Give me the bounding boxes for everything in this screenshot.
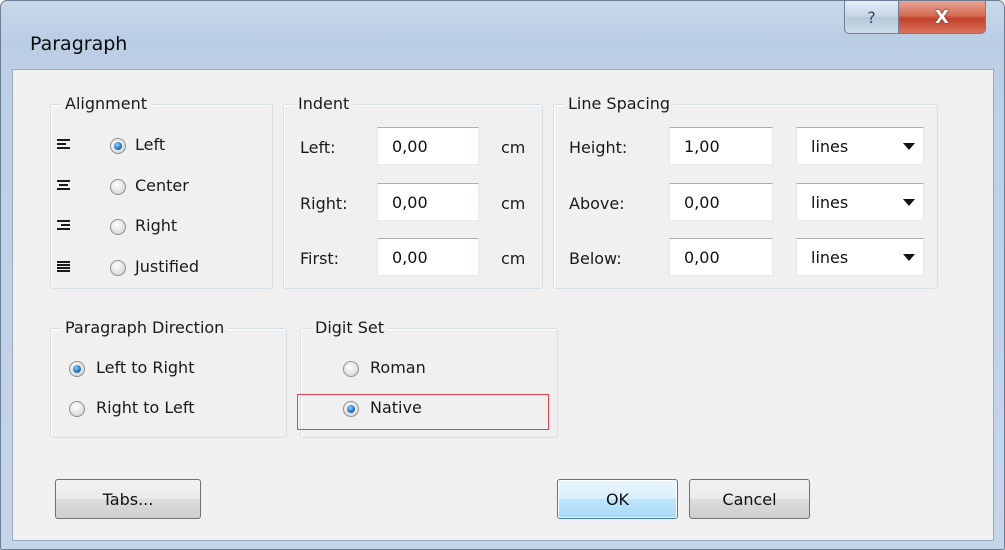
title-bar[interactable]: Paragraph ? X (1, 1, 1004, 69)
below-unit-value: lines (811, 247, 849, 267)
right-to-left-label[interactable]: Right to Left (96, 398, 194, 417)
paragraph-dialog: Paragraph ? X Alignment Left Center Righ… (0, 0, 1005, 550)
cancel-button[interactable]: Cancel (689, 479, 810, 519)
direction-group: Paragraph Direction (50, 318, 287, 438)
below-input[interactable]: 0,00 (669, 238, 773, 276)
ok-button[interactable]: OK (557, 479, 678, 519)
below-unit-select[interactable]: lines (796, 238, 924, 276)
indent-right-label: Right: (300, 194, 348, 213)
close-icon: X (935, 6, 949, 28)
indent-first-label: First: (300, 249, 340, 268)
dialog-body: Alignment Left Center Right Justified In… (12, 69, 994, 541)
height-input[interactable]: 1,00 (669, 127, 773, 165)
indent-first-unit: cm (501, 249, 526, 268)
height-unit-value: lines (811, 136, 849, 156)
tabs-button[interactable]: Tabs... (55, 479, 201, 519)
help-button[interactable]: ? (844, 1, 899, 34)
left-to-right-radio[interactable] (69, 361, 85, 377)
alignment-group-label: Alignment (61, 94, 151, 113)
align-justify-radio[interactable] (110, 260, 126, 276)
indent-group-label: Indent (294, 94, 354, 113)
line-spacing-group-label: Line Spacing (564, 94, 675, 113)
align-left-label[interactable]: Left (135, 135, 165, 154)
chevron-down-icon (903, 143, 915, 150)
left-to-right-label[interactable]: Left to Right (96, 358, 194, 377)
align-left-icon (57, 139, 71, 151)
below-label: Below: (569, 249, 622, 268)
dialog-title: Paragraph (30, 33, 128, 55)
align-justify-label[interactable]: Justified (135, 257, 199, 276)
align-left-radio[interactable] (110, 138, 126, 154)
chevron-down-icon (903, 199, 915, 206)
chevron-down-icon (903, 254, 915, 261)
close-button[interactable]: X (898, 1, 986, 34)
above-unit-value: lines (811, 192, 849, 212)
roman-radio[interactable] (343, 361, 359, 377)
help-icon: ? (867, 7, 876, 27)
indent-left-unit: cm (501, 138, 526, 157)
digit-set-group-label: Digit Set (311, 318, 388, 337)
direction-group-label: Paragraph Direction (61, 318, 229, 337)
indent-left-input[interactable]: 0,00 (377, 127, 479, 165)
align-justify-icon (57, 261, 71, 273)
height-label: Height: (569, 138, 628, 157)
indent-first-input[interactable]: 0,00 (377, 238, 479, 276)
align-right-radio[interactable] (110, 219, 126, 235)
indent-right-input[interactable]: 0,00 (377, 183, 479, 221)
above-input[interactable]: 0,00 (669, 183, 773, 221)
align-right-icon (57, 220, 71, 232)
indent-left-label: Left: (300, 138, 336, 157)
indent-right-unit: cm (501, 194, 526, 213)
right-to-left-radio[interactable] (69, 401, 85, 417)
above-label: Above: (569, 194, 625, 213)
align-center-radio[interactable] (110, 179, 126, 195)
above-unit-select[interactable]: lines (796, 183, 924, 221)
roman-label[interactable]: Roman (370, 358, 426, 377)
height-unit-select[interactable]: lines (796, 127, 924, 165)
align-center-icon (57, 180, 71, 192)
align-right-label[interactable]: Right (135, 216, 177, 235)
align-center-label[interactable]: Center (135, 176, 189, 195)
native-highlight-box (297, 394, 549, 430)
